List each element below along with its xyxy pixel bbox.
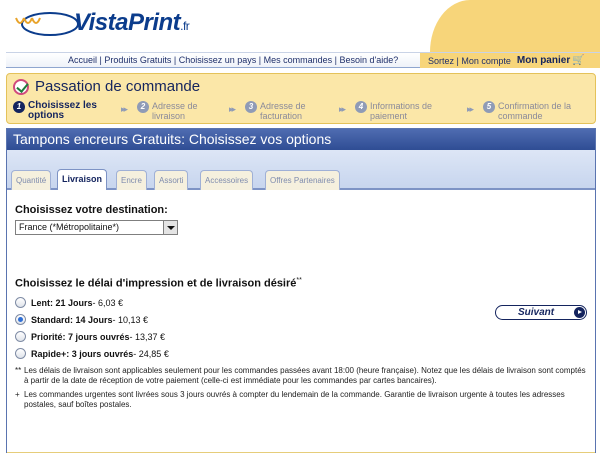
tab-livraison[interactable]: Livraison [57,169,108,191]
checkmark-icon [13,78,29,95]
delivery-option-standard[interactable]: Standard: 14 Jours - 10,13 € [15,314,148,325]
vistaprint-logo[interactable]: VistaPrint.fr [10,6,190,40]
step-label: Adresse de livraison [152,101,198,121]
top-navigation: Accueil | Produits Gratuits | Choisissez… [6,52,600,68]
panel-title: Tampons encreurs Gratuits: Choisissez vo… [7,129,595,150]
step-billing-address: 3 Adresse de facturation [245,101,327,121]
step-number: 2 [137,101,149,113]
site-header: VistaPrint.fr Accueil | Produits Gratuit… [0,0,600,68]
step-label: Informations de paiement [370,101,433,121]
main-nav-links[interactable]: Accueil | Produits Gratuits | Choisissez… [68,55,398,65]
delivery-note: ** Les délais de livraison sont applicabl… [15,366,586,385]
order-progress-title: Passation de commande [13,78,200,95]
logo-swoosh-icon [15,12,79,36]
account-links[interactable]: Sortez | Mon compte [428,56,511,66]
step-arrow-icon: ▸▸ [467,104,474,114]
step-label: Adresse de facturation [260,101,306,121]
next-button[interactable]: Suivant [495,305,587,320]
step-delivery-address: 2 Adresse de livraison [137,101,217,121]
destination-select[interactable]: France (*Métropolitaine*) [15,220,178,235]
step-arrow-icon: ▸▸ [121,104,128,114]
step-label: Choisissez les options [28,100,97,121]
urgent-delivery-note: + Les commandes urgentes sont livrées sou… [15,390,565,409]
delivery-option-rapide[interactable]: Rapide+: 3 jours ouvrés - 24,85 € [15,348,169,359]
options-tabs: Quantité Livraison Encre Assorti Accesso… [7,150,595,191]
step-label: Confirmation de la commande [498,101,572,121]
step-number: 4 [355,101,367,113]
radio-button[interactable] [15,331,26,342]
account-nav: Sortez | Mon compte Mon panier 🛒 [420,53,600,68]
tab-quantite[interactable]: Quantité [11,170,52,190]
radio-button[interactable] [15,297,26,308]
radio-button[interactable] [15,348,26,359]
logo-text: VistaPrint.fr [74,9,190,36]
chevron-down-icon[interactable] [163,221,177,234]
delivery-tab-content: Choisissez votre destination: France (*M… [7,190,595,453]
order-progress: Passation de commande 1 Choisissez les o… [6,73,596,124]
delivery-option-priorite[interactable]: Priorité: 7 jours ouvrés - 13,37 € [15,331,165,342]
tab-encre[interactable]: Encre [116,170,147,190]
options-panel: Tampons encreurs Gratuits: Choisissez vo… [6,128,596,453]
tab-offres-partenaires[interactable]: Offres Partenaires [265,170,340,190]
radio-button[interactable] [15,314,26,325]
arrow-right-icon [574,307,585,318]
step-choose-options: 1 Choisissez les options [13,101,119,121]
step-number: 1 [13,101,25,113]
cart-icon: 🛒 [572,55,585,66]
step-number: 3 [245,101,257,113]
delivery-option-lent[interactable]: Lent: 21 Jours - 6,03 € [15,297,123,308]
destination-selected-value: France (*Métropolitaine*) [19,222,120,232]
step-arrow-icon: ▸▸ [339,104,346,114]
step-payment-info: 4 Informations de paiement [355,101,455,121]
step-arrow-icon: ▸▸ [229,104,236,114]
step-number: 5 [483,101,495,113]
destination-heading: Choisissez votre destination: [15,204,168,216]
tab-assorti[interactable]: Assorti [154,170,189,190]
header-accent-bar [430,0,600,52]
cart-link[interactable]: Mon panier 🛒 [517,55,585,66]
delivery-delay-heading: Choisissez le délai d'impression et de l… [15,277,302,290]
tab-accessoires[interactable]: Accessoires [200,170,254,190]
step-confirmation: 5 Confirmation de la commande [483,101,593,121]
